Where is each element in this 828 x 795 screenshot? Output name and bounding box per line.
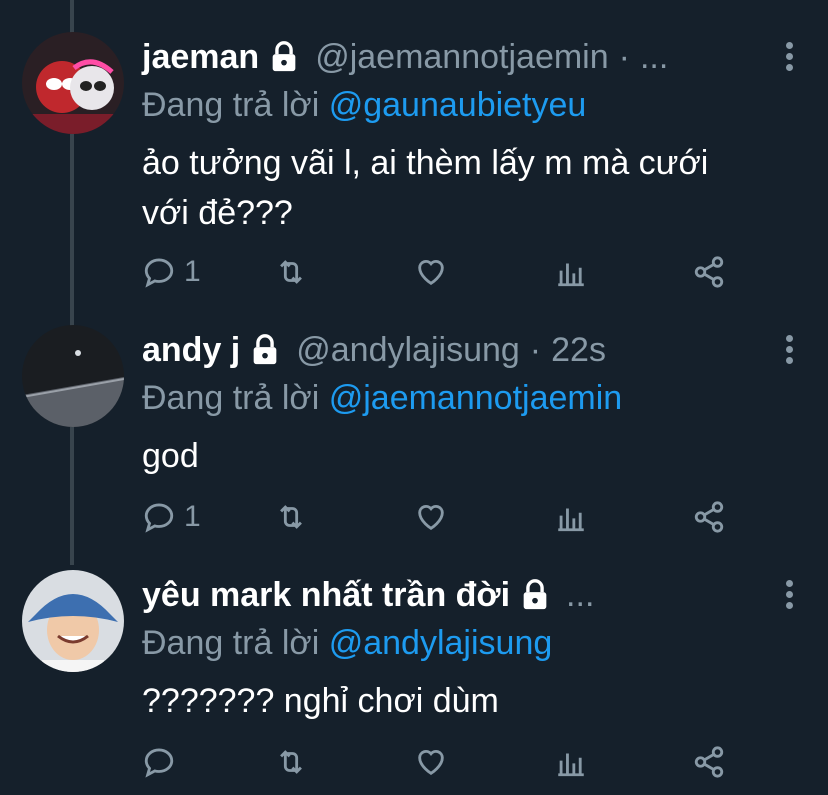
action-bar: 1	[142, 497, 742, 537]
tweet[interactable]: jaeman @jaemannotjaemin · ... Đang trả l…	[0, 32, 828, 312]
user-handle[interactable]: @jaemannotjaemin	[315, 32, 608, 82]
display-name[interactable]: andy j	[142, 325, 240, 375]
like-icon	[418, 260, 444, 286]
timestamp[interactable]: ...	[640, 32, 668, 82]
more-icon[interactable]	[786, 42, 794, 72]
reply-button[interactable]	[142, 742, 176, 782]
share-icon	[694, 746, 724, 778]
timestamp[interactable]: 22s	[551, 325, 606, 375]
reply-mention-link[interactable]: @jaemannotjaemin	[329, 379, 622, 417]
share-button[interactable]	[692, 497, 726, 537]
display-name[interactable]: jaeman	[142, 32, 259, 82]
retweet-button[interactable]	[274, 742, 308, 782]
reply-prefix: Đang trả lời	[142, 86, 320, 124]
reply-icon	[144, 258, 174, 288]
reply-count: 1	[184, 500, 201, 533]
retweet-icon	[280, 750, 302, 774]
lock-icon	[523, 579, 547, 610]
reply-context: Đang trả lời @gaunaubietyeu	[142, 80, 586, 130]
like-icon	[418, 750, 444, 776]
lock-icon	[253, 334, 277, 365]
reply-icon	[144, 748, 174, 778]
separator-dot: ·	[618, 38, 630, 76]
tweet-text: god	[142, 431, 802, 481]
reply-icon	[144, 503, 174, 533]
user-handle[interactable]: @andylajisung	[296, 325, 520, 375]
separator-dot: ·	[529, 331, 542, 369]
tweet-text-line: ảo tưởng vãi l, ai thèm lấy m mà cưới	[142, 144, 709, 182]
share-button[interactable]	[692, 252, 726, 292]
like-button[interactable]	[414, 497, 448, 537]
analytics-icon	[558, 263, 584, 287]
reply-prefix: Đang trả lời	[142, 624, 320, 662]
action-bar	[142, 742, 742, 782]
tweet-text: ??????? nghỉ chơi dùm	[142, 676, 802, 726]
reply-button[interactable]: 1	[142, 497, 201, 537]
analytics-button[interactable]	[554, 252, 588, 292]
reply-context: Đang trả lời @andylajisung	[142, 618, 552, 668]
retweet-button[interactable]	[274, 497, 308, 537]
reply-count: 1	[184, 255, 201, 288]
retweet-icon	[280, 505, 302, 529]
share-button[interactable]	[692, 742, 726, 782]
reply-context: Đang trả lời @jaemannotjaemin	[142, 373, 622, 423]
reply-mention-link[interactable]: @andylajisung	[329, 624, 553, 662]
avatar[interactable]	[22, 32, 124, 134]
tweet-text-line: god	[142, 437, 199, 475]
analytics-icon	[558, 508, 584, 532]
like-icon	[418, 505, 444, 531]
avatar[interactable]	[22, 325, 124, 427]
action-bar: 1	[142, 252, 742, 292]
analytics-icon	[558, 753, 584, 777]
tweet-text-line: với đẻ???	[142, 194, 293, 232]
more-icon[interactable]	[786, 335, 794, 365]
display-name[interactable]: yêu mark nhất trần đời	[142, 570, 510, 620]
share-icon	[694, 256, 724, 288]
like-button[interactable]	[414, 252, 448, 292]
timestamp[interactable]: ...	[566, 570, 594, 620]
share-icon	[694, 501, 724, 533]
avatar[interactable]	[22, 570, 124, 672]
reply-prefix: Đang trả lời	[142, 379, 320, 417]
retweet-button[interactable]	[274, 252, 308, 292]
reply-mention-link[interactable]: @gaunaubietyeu	[329, 86, 587, 124]
tweet[interactable]: yêu mark nhất trần đời ... Đang trả lời …	[0, 570, 828, 795]
analytics-button[interactable]	[554, 497, 588, 537]
tweet-text: ảo tưởng vãi l, ai thèm lấy m mà cưới vớ…	[142, 138, 802, 238]
more-icon[interactable]	[786, 580, 794, 610]
like-button[interactable]	[414, 742, 448, 782]
tweet-text-line: ??????? nghỉ chơi dùm	[142, 682, 499, 720]
lock-icon	[272, 41, 296, 72]
analytics-button[interactable]	[554, 742, 588, 782]
retweet-icon	[280, 260, 302, 284]
tweet[interactable]: andy j @andylajisung · 22s Đang trả lời …	[0, 325, 828, 555]
reply-button[interactable]: 1	[142, 252, 201, 292]
